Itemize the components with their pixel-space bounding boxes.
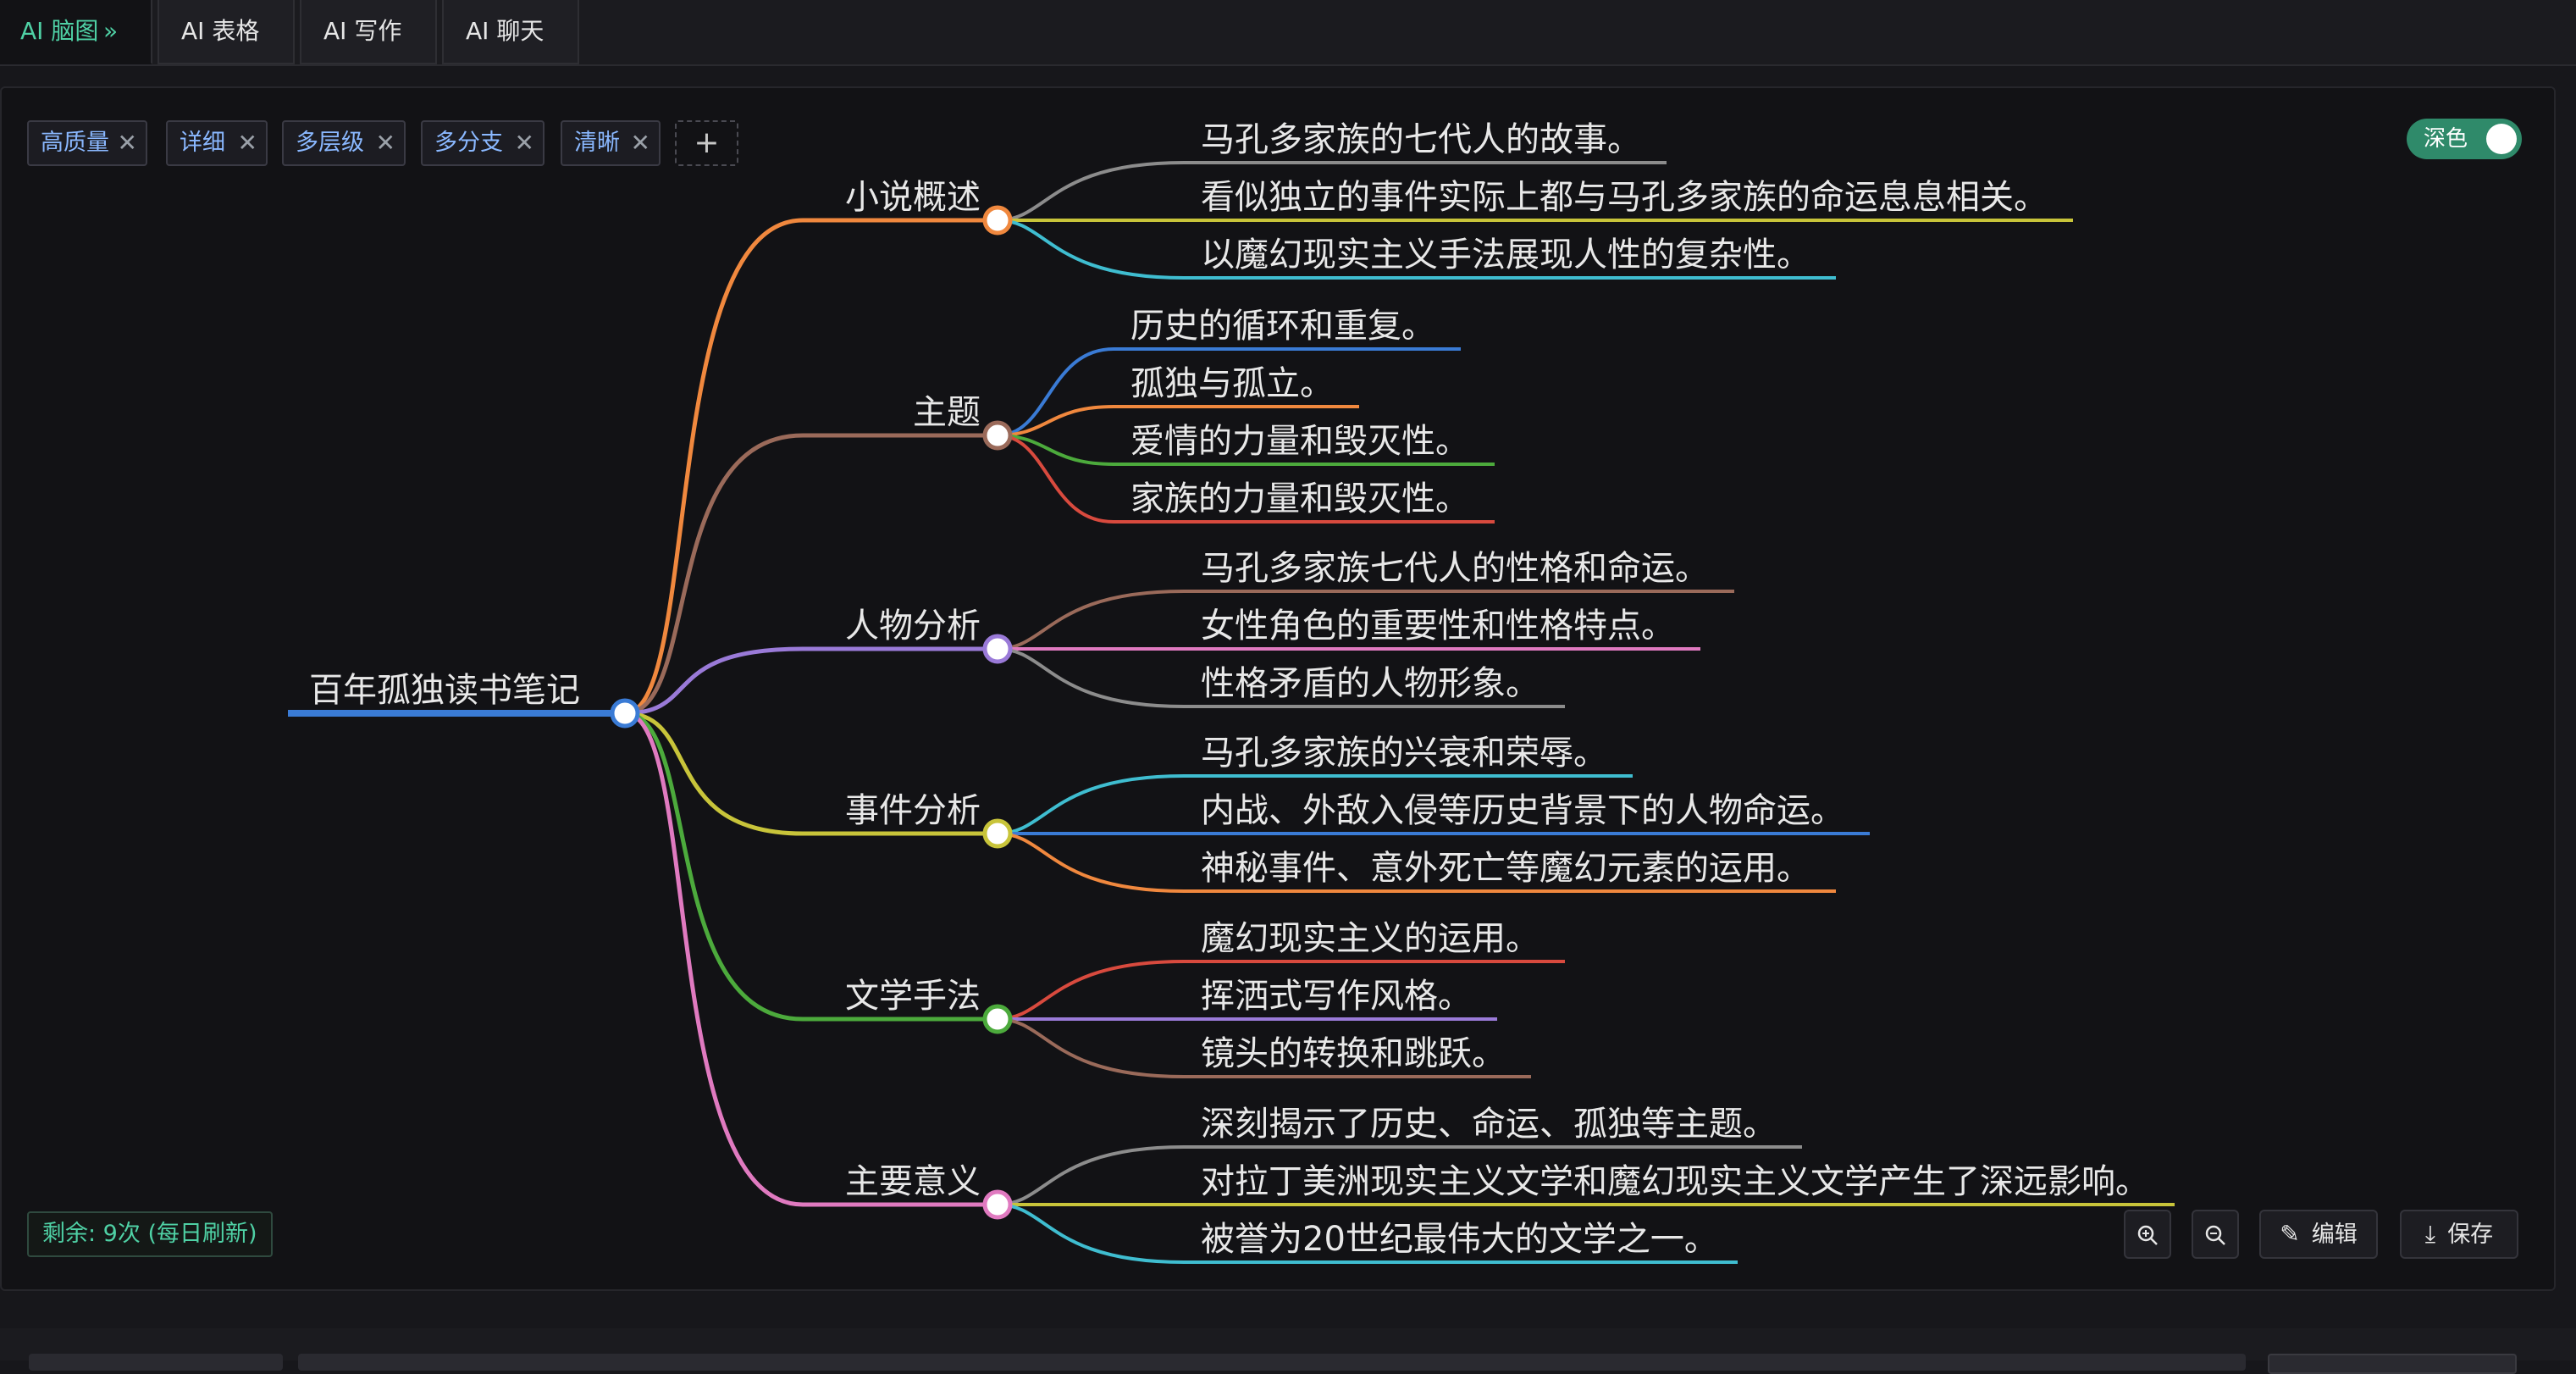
download-icon: ⤓ — [2424, 1220, 2436, 1248]
zoom-in-button[interactable] — [2124, 1210, 2171, 1259]
branch-node-handle[interactable] — [982, 634, 1013, 664]
leaf-node-label[interactable]: 家族的力量和毁灭性。 — [1130, 479, 1469, 518]
generate-button[interactable] — [2268, 1354, 2517, 1374]
branch-node-handle[interactable] — [982, 1189, 1013, 1220]
pencil-icon: ✎ — [2280, 1220, 2300, 1248]
zoom-in-icon — [2137, 1225, 2158, 1245]
leaf-node-label[interactable]: 爱情的力量和毁灭性。 — [1130, 422, 1469, 461]
leaf-node-label[interactable]: 以魔幻现实主义手法展现人性的复杂性。 — [1201, 235, 1810, 274]
leaf-node-label[interactable]: 历史的循环和重复。 — [1130, 307, 1435, 346]
edit-button[interactable]: ✎ 编辑 — [2259, 1210, 2378, 1259]
leaf-node-label[interactable]: 孤独与孤立。 — [1130, 364, 1334, 403]
leaf-node-label[interactable]: 魔幻现实主义的运用。 — [1201, 919, 1540, 958]
branch-node-handle[interactable] — [982, 420, 1013, 451]
branch-node-label[interactable]: 文学手法 — [845, 977, 981, 1016]
branch-node-label[interactable]: 主题 — [913, 393, 981, 432]
leaf-node-label[interactable]: 马孔多家族七代人的性格和命运。 — [1201, 549, 1709, 588]
zoom-out-icon — [2205, 1225, 2225, 1245]
leaf-node-label[interactable]: 马孔多家族的兴衰和荣辱。 — [1201, 734, 1607, 773]
edit-label: 编辑 — [2311, 1222, 2358, 1248]
leaf-node-label[interactable]: 挥洒式写作风格。 — [1201, 977, 1472, 1016]
leaf-node-label[interactable]: 对拉丁美洲现实主义文学和魔幻现实主义文学产生了深远影响。 — [1201, 1162, 2149, 1201]
branch-node-handle[interactable] — [982, 205, 1013, 235]
bottom-input-area — [0, 1328, 2576, 1374]
quota-badge: 剩余: 9次 (每日刷新) — [27, 1211, 273, 1257]
leaf-node-label[interactable]: 内战、外敌入侵等历史背景下的人物命运。 — [1201, 791, 1844, 830]
mindmap-canvas: 百年孤独读书笔记 小说概述 马孔多家族的七代人的故事。看似独立的事件实际上都与马孔多… — [288, 120, 2175, 1264]
leaf-node-label[interactable]: 深刻揭示了历史、命运、孤独等主题。 — [1201, 1105, 1777, 1144]
branch-connector — [624, 646, 998, 716]
branch-node-label[interactable]: 人物分析 — [845, 607, 981, 645]
branch-node-label[interactable]: 主要意义 — [845, 1162, 981, 1201]
root-node-handle[interactable] — [610, 698, 640, 729]
branch-connector — [624, 433, 998, 716]
leaf-node-label[interactable]: 女性角色的重要性和性格特点。 — [1201, 607, 1675, 645]
leaf-node-label[interactable]: 被誉为20世纪最伟大的文学之一。 — [1201, 1220, 1718, 1259]
branch-node-handle[interactable] — [982, 1004, 1013, 1034]
root-node-label[interactable]: 百年孤独读书笔记 — [309, 671, 580, 710]
branch-connector — [624, 711, 998, 1207]
leaf-node-label[interactable]: 马孔多家族的七代人的故事。 — [1201, 120, 1641, 159]
zoom-out-button[interactable] — [2192, 1210, 2239, 1259]
save-label: 保存 — [2447, 1222, 2494, 1248]
prompt-input[interactable] — [298, 1354, 2246, 1371]
save-button[interactable]: ⤓ 保存 — [2400, 1210, 2518, 1259]
leaf-node-label[interactable]: 神秘事件、意外死亡等魔幻元素的运用。 — [1201, 849, 1810, 888]
leaf-node-label[interactable]: 看似独立的事件实际上都与马孔多家族的命运息息相关。 — [1201, 178, 2048, 217]
leaf-node-label[interactable]: 性格矛盾的人物形象。 — [1201, 664, 1540, 703]
branch-node-handle[interactable] — [982, 818, 1013, 849]
branch-node-label[interactable]: 小说概述 — [845, 178, 981, 217]
leaf-node-label[interactable]: 镜头的转换和跳跃。 — [1201, 1034, 1506, 1073]
branch-node-label[interactable]: 事件分析 — [845, 791, 981, 830]
mode-select[interactable] — [29, 1354, 283, 1371]
